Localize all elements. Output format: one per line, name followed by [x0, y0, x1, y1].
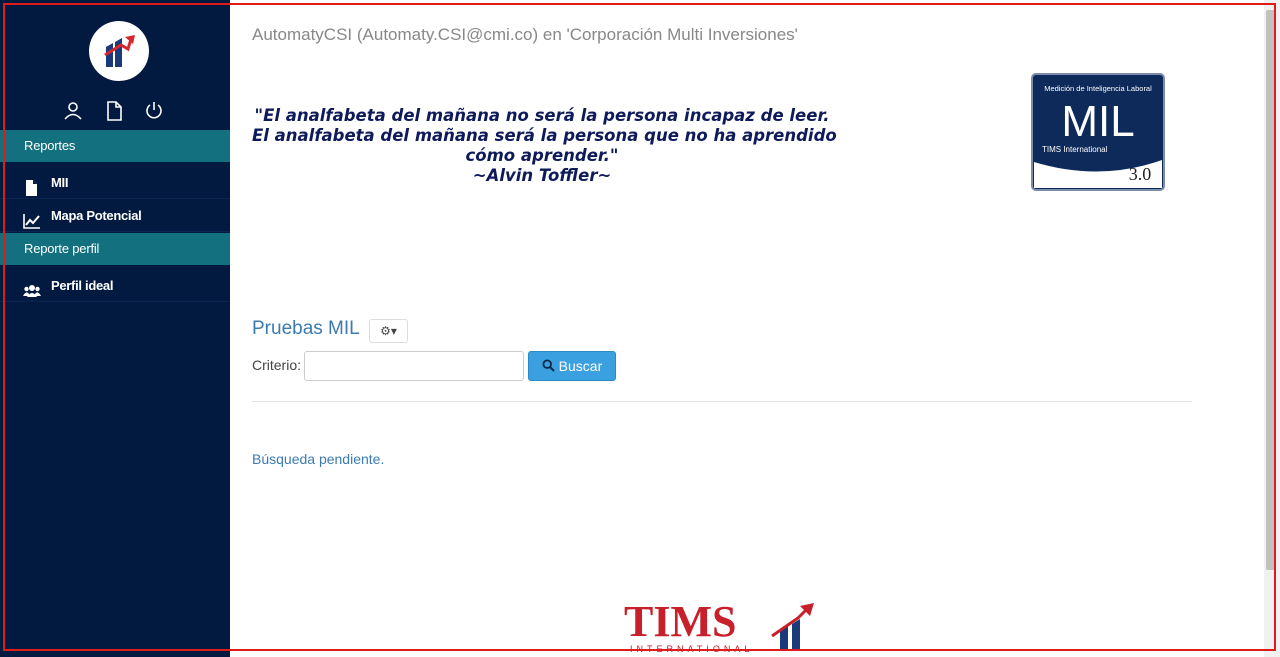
main-content: AutomatyCSI (Automaty.CSI@cmi.co) en 'Co… — [230, 0, 1264, 657]
quote-line: "El analfabeta del mañana no será la per… — [254, 106, 830, 125]
mil-badge-top-text: Medición de Inteligencia Laboral — [1044, 84, 1152, 93]
divider — [252, 401, 1192, 402]
app-logo[interactable] — [89, 21, 149, 81]
tims-logo-text: TIMS — [624, 600, 736, 646]
quote-line: cómo aprender." — [465, 146, 619, 165]
sidebar-section-reportes: Reportes — [0, 130, 230, 162]
criterio-label: Criterio: — [252, 357, 302, 373]
search-button[interactable]: Buscar — [528, 351, 616, 381]
page-header: AutomatyCSI (Automaty.CSI@cmi.co) en 'Co… — [252, 25, 798, 44]
section-title-pruebas: Pruebas MIL — [252, 318, 360, 339]
quote-author: ~Alvin Toffler~ — [472, 166, 612, 185]
tims-footer-logo: TIMS INTERNATIONAL — [624, 600, 814, 654]
sidebar: Reportes MII Mapa Potencial Reporte perf… — [0, 0, 230, 657]
sidebar-top-icons — [0, 100, 230, 122]
search-button-label: Buscar — [558, 358, 603, 374]
settings-dropdown-button[interactable]: ⚙▾ — [369, 319, 408, 343]
sidebar-item-label: Mapa Potencial — [51, 208, 142, 223]
file-icon — [23, 175, 41, 196]
line-chart-icon — [23, 208, 41, 229]
users-icon — [23, 278, 41, 297]
power-icon[interactable] — [143, 100, 165, 122]
sidebar-item-mii[interactable]: MII — [0, 166, 230, 199]
user-icon[interactable] — [62, 100, 84, 122]
criterio-input[interactable] — [304, 351, 524, 381]
sidebar-section-reporte-perfil: Reporte perfil — [0, 233, 230, 265]
sidebar-item-label: MII — [51, 175, 69, 190]
quote-line: El analfabeta del mañana será la persona… — [252, 126, 837, 145]
sidebar-item-perfil-ideal[interactable]: Perfil ideal — [0, 269, 230, 302]
mil-badge-logo: Medición de Inteligencia Laboral MIL TIM… — [1031, 73, 1165, 191]
quote-block: "El analfabeta del mañana no será la per… — [252, 106, 837, 186]
mil-badge-sub-text: TIMS International — [1042, 145, 1108, 154]
sidebar-item-mapa-potencial[interactable]: Mapa Potencial — [0, 199, 230, 232]
document-icon[interactable] — [103, 100, 125, 122]
sidebar-item-label: Perfil ideal — [51, 278, 114, 293]
tims-logo-subtext: INTERNATIONAL — [630, 644, 753, 654]
search-status-text: Búsqueda pendiente. — [252, 451, 385, 467]
scrollbar-thumb[interactable] — [1266, 10, 1276, 570]
search-icon — [542, 359, 555, 372]
mil-badge-version: 3.0 — [1129, 164, 1152, 184]
logo-chart-icon — [104, 35, 135, 67]
mil-badge-big-text: MIL — [1061, 97, 1134, 146]
